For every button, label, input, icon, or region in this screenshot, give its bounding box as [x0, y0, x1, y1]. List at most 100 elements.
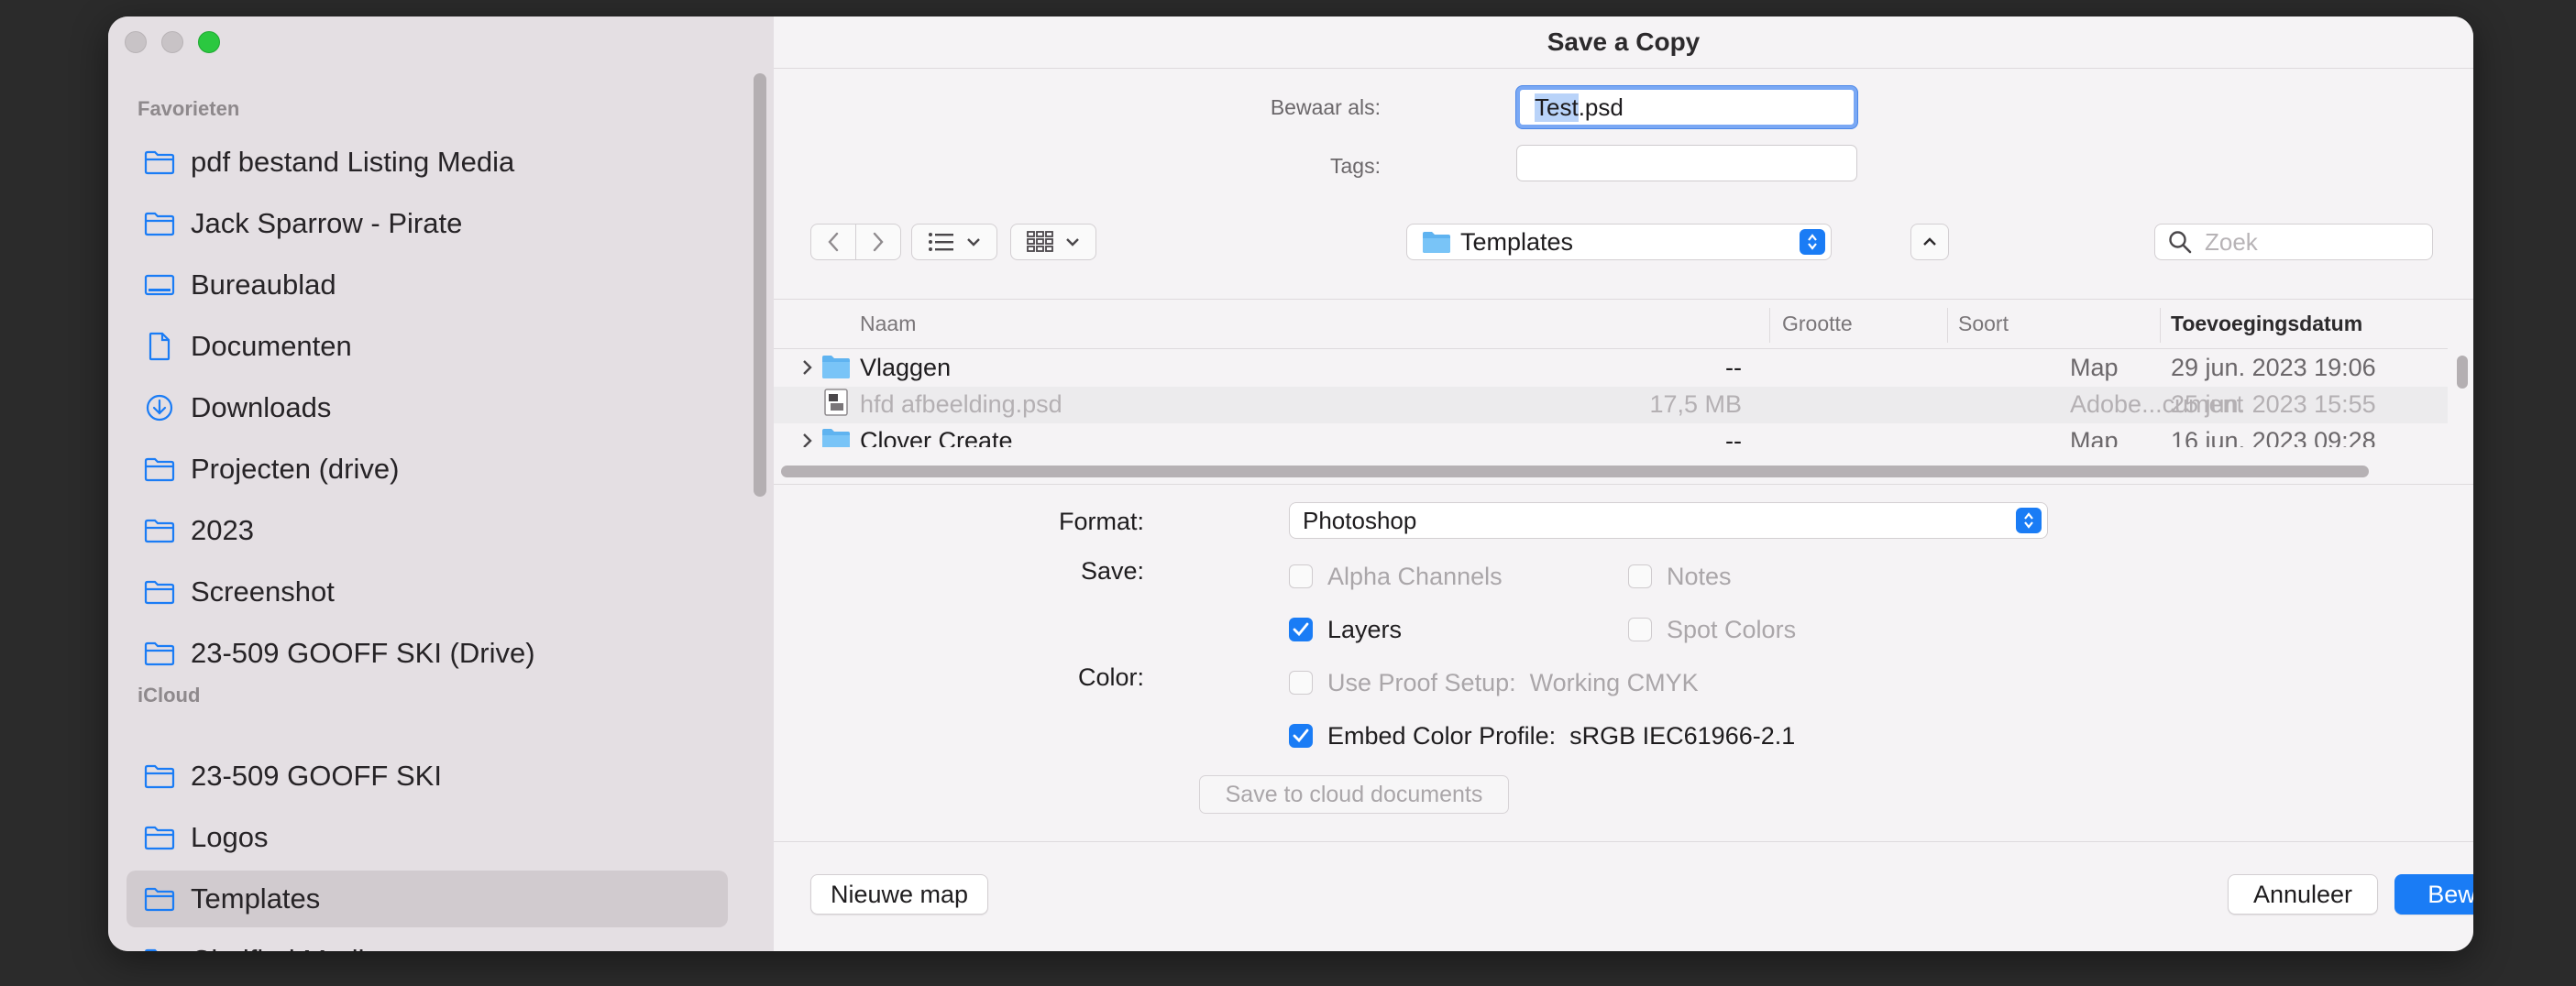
- layers-checkbox[interactable]: [1289, 618, 1313, 641]
- save-label: Save:: [1080, 557, 1144, 585]
- folder-icon: [143, 146, 176, 179]
- spot-colors-label: Spot Colors: [1667, 616, 1797, 643]
- sidebar-item-label: 23-509 GOOFF SKI (Drive): [191, 637, 535, 669]
- disclosure-triangle-icon[interactable]: [801, 356, 814, 379]
- sidebar-item-23-509-gooff-ski[interactable]: 23-509 GOOFF SKI: [127, 748, 728, 805]
- folder-icon: [822, 429, 850, 447]
- window-controls: [125, 31, 220, 53]
- tags-field[interactable]: [1516, 145, 1857, 181]
- expand-collapse-button[interactable]: [1910, 224, 1949, 260]
- sidebar-item-label: Bureaublad: [191, 268, 336, 301]
- sidebar-item-label: Jack Sparrow - Pirate: [191, 207, 463, 239]
- file-row[interactable]: Vlaggen -- Map 29 jun. 2023 19:06: [774, 350, 2448, 387]
- cancel-button[interactable]: Annuleer: [2228, 874, 2378, 915]
- file-list: Vlaggen -- Map 29 jun. 2023 19:06 hfd af…: [774, 350, 2448, 447]
- file-size: 17,5 MB: [1649, 390, 1742, 418]
- file-list-horizontal-scrollbar[interactable]: [781, 466, 2369, 477]
- tags-label: Tags:: [1330, 154, 1381, 178]
- sidebar-item-2023[interactable]: 2023: [127, 502, 728, 559]
- sidebar-item-label: Projecten (drive): [191, 453, 400, 485]
- sidebar-item-templates[interactable]: Templates: [127, 871, 728, 927]
- folder-icon: [143, 453, 176, 486]
- checkmark-icon: [1293, 729, 1309, 743]
- checkmark-icon: [1293, 622, 1309, 637]
- chevron-left-icon: [828, 232, 839, 252]
- save-dialog: Favorieten pdf bestand Listing Media Jack…: [108, 16, 2473, 951]
- column-separator[interactable]: [1769, 308, 1770, 343]
- folder-icon: [143, 882, 176, 915]
- color-label: Color:: [1077, 663, 1144, 691]
- search-field[interactable]: Zoek: [2154, 224, 2433, 260]
- embed-color-profile-label: Embed Color Profile: sRGB IEC61966-2.1: [1327, 722, 1796, 750]
- divider: [774, 841, 2473, 842]
- sidebar-item-documenten[interactable]: Documenten: [127, 318, 728, 375]
- view-mode-list-button[interactable]: [911, 224, 997, 260]
- use-proof-setup-checkbox[interactable]: [1289, 671, 1313, 695]
- back-button[interactable]: [810, 224, 856, 260]
- divider: [774, 484, 2473, 485]
- filename-selected-text: Test: [1535, 93, 1579, 122]
- sidebar-header-favorites: Favorieten: [138, 97, 240, 120]
- location-popup[interactable]: Templates: [1406, 224, 1832, 260]
- sidebar-item-bureaublad[interactable]: Bureaublad: [127, 257, 728, 313]
- format-value: Photoshop: [1303, 506, 1417, 534]
- zoom-window-button[interactable]: [198, 31, 220, 53]
- column-header-kind[interactable]: Soort: [1958, 312, 2009, 336]
- filename-extension: .psd: [1578, 93, 1624, 121]
- desktop-icon: [143, 268, 176, 301]
- file-row[interactable]: hfd afbeelding.psd 17,5 MB Adobe...cumen…: [774, 387, 2448, 423]
- folder-icon: [143, 575, 176, 608]
- sidebar-item-23-509-gooff-ski-drive[interactable]: 23-509 GOOFF SKI (Drive): [127, 625, 728, 682]
- list-icon: [929, 233, 953, 251]
- use-proof-setup-label: Use Proof Setup: Working CMYK: [1327, 669, 1699, 696]
- forward-button[interactable]: [855, 224, 901, 260]
- sidebar-scrollbar[interactable]: [754, 73, 766, 497]
- file-list-vertical-scrollbar[interactable]: [2457, 356, 2468, 389]
- format-popup[interactable]: Photoshop: [1289, 502, 2048, 539]
- sidebar-item-label: 23-509 GOOFF SKI: [191, 760, 442, 792]
- close-window-button[interactable]: [125, 31, 147, 53]
- folder-icon: [143, 760, 176, 793]
- spot-colors-checkbox[interactable]: [1628, 618, 1652, 641]
- folder-icon: [143, 821, 176, 854]
- sidebar-header-icloud: iCloud: [138, 684, 201, 707]
- file-date: 16 jun. 2023 09:28: [2171, 427, 2376, 447]
- sidebar-item-label: Templates: [191, 882, 321, 915]
- save-button[interactable]: Bewaar: [2394, 874, 2473, 915]
- search-placeholder: Zoek: [2205, 227, 2258, 256]
- notes-label: Notes: [1667, 563, 1732, 590]
- file-date: 25 jun. 2023 15:55: [2171, 390, 2376, 418]
- view-mode-gallery-button[interactable]: [1010, 224, 1096, 260]
- column-header-size[interactable]: Grootte: [1782, 312, 1853, 336]
- sidebar-item-downloads[interactable]: Downloads: [127, 379, 728, 436]
- column-separator[interactable]: [1947, 308, 1948, 343]
- sidebar: Favorieten pdf bestand Listing Media Jack…: [108, 16, 775, 951]
- disclosure-triangle-icon[interactable]: [801, 429, 814, 447]
- sidebar-item-screenshot[interactable]: Screenshot: [127, 564, 728, 620]
- notes-checkbox[interactable]: [1628, 564, 1652, 588]
- alpha-channels-label: Alpha Channels: [1327, 563, 1503, 590]
- divider: [774, 348, 2448, 349]
- sidebar-item-jack-sparrow-pirate[interactable]: Jack Sparrow - Pirate: [127, 195, 728, 252]
- alpha-channels-checkbox[interactable]: [1289, 564, 1313, 588]
- column-header-name[interactable]: Naam: [860, 312, 916, 336]
- embed-color-profile-checkbox[interactable]: [1289, 724, 1313, 748]
- sidebar-item-label: Logos: [191, 821, 269, 853]
- file-name: Vlaggen: [860, 354, 952, 381]
- file-row[interactable]: Clover Create -- Map 16 jun. 2023 09:28: [774, 423, 2448, 447]
- new-folder-button[interactable]: Nieuwe map: [810, 874, 988, 915]
- folder-icon: [143, 944, 176, 951]
- sidebar-item-pdf-bestand-listing-media[interactable]: pdf bestand Listing Media: [127, 134, 728, 191]
- column-header-date[interactable]: Toevoegingsdatum: [2171, 312, 2362, 336]
- minimize-window-button[interactable]: [161, 31, 183, 53]
- filename-field[interactable]: Test .psd: [1516, 86, 1857, 128]
- column-separator[interactable]: [2160, 308, 2161, 343]
- sidebar-item-logos[interactable]: Logos: [127, 809, 728, 866]
- sidebar-item-projecten-drive[interactable]: Projecten (drive): [127, 441, 728, 498]
- folder-icon: [143, 637, 176, 670]
- sidebar-item-label: pdf bestand Listing Media: [191, 146, 515, 178]
- save-to-cloud-button[interactable]: Save to cloud documents: [1199, 775, 1509, 814]
- main-panel: Save a Copy Bewaar als: Test.psd Tags:: [774, 16, 2473, 951]
- sidebar-item-clarified-media[interactable]: Clarified Media: [127, 932, 728, 951]
- sidebar-item-label: Screenshot: [191, 575, 335, 608]
